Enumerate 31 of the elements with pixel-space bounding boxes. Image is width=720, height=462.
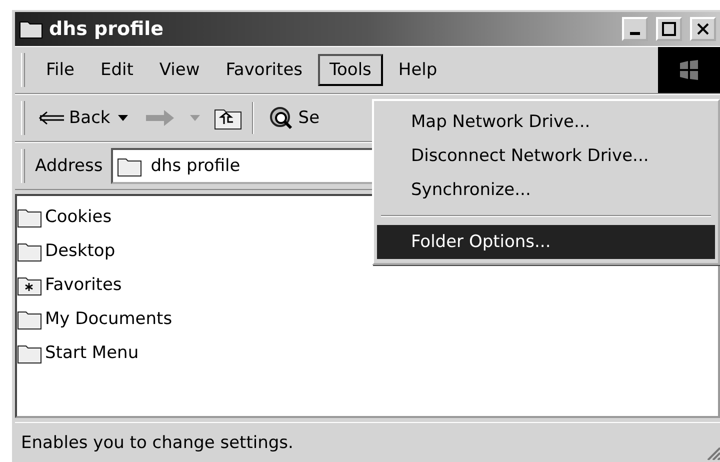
menu-item[interactable]: View: [148, 55, 211, 85]
folder-entry[interactable]: My Documents: [45, 309, 172, 329]
minimize-icon: [630, 32, 640, 35]
close-icon: [696, 22, 710, 36]
close-button[interactable]: [690, 17, 716, 41]
search-button[interactable]: Se: [264, 103, 324, 133]
folder-icon: [19, 19, 43, 39]
menu-entry[interactable]: Folder Options...: [377, 225, 715, 259]
back-arrow-icon: [39, 111, 65, 125]
menu-item[interactable]: Help: [387, 55, 448, 85]
status-text: Enables you to change settings.: [21, 432, 294, 452]
menu-item[interactable]: Tools: [318, 54, 384, 86]
minimize-button[interactable]: [622, 17, 648, 41]
folder-entry[interactable]: Cookies: [45, 207, 112, 227]
maximize-button[interactable]: [656, 17, 682, 41]
menu-entry[interactable]: Synchronize...: [377, 173, 715, 207]
menu-item[interactable]: File: [35, 55, 86, 85]
back-button[interactable]: Back: [35, 106, 114, 130]
window-title: dhs profile: [49, 18, 165, 40]
folder-entry[interactable]: Favorites: [45, 275, 122, 295]
dropdown-caret-icon[interactable]: [118, 115, 128, 121]
menu-item[interactable]: Favorites: [214, 55, 314, 85]
menu-entry[interactable]: Map Network Drive...: [377, 105, 715, 139]
address-label: Address: [35, 156, 103, 176]
menu-entry[interactable]: Disconnect Network Drive...: [377, 139, 715, 173]
maximize-icon: [662, 22, 676, 36]
folder-entry[interactable]: Desktop: [45, 241, 116, 261]
throbber-logo: [658, 47, 720, 93]
menu-item[interactable]: Edit: [89, 55, 144, 85]
folder-entry[interactable]: Start Menu: [45, 343, 139, 363]
search-icon: [268, 105, 294, 131]
